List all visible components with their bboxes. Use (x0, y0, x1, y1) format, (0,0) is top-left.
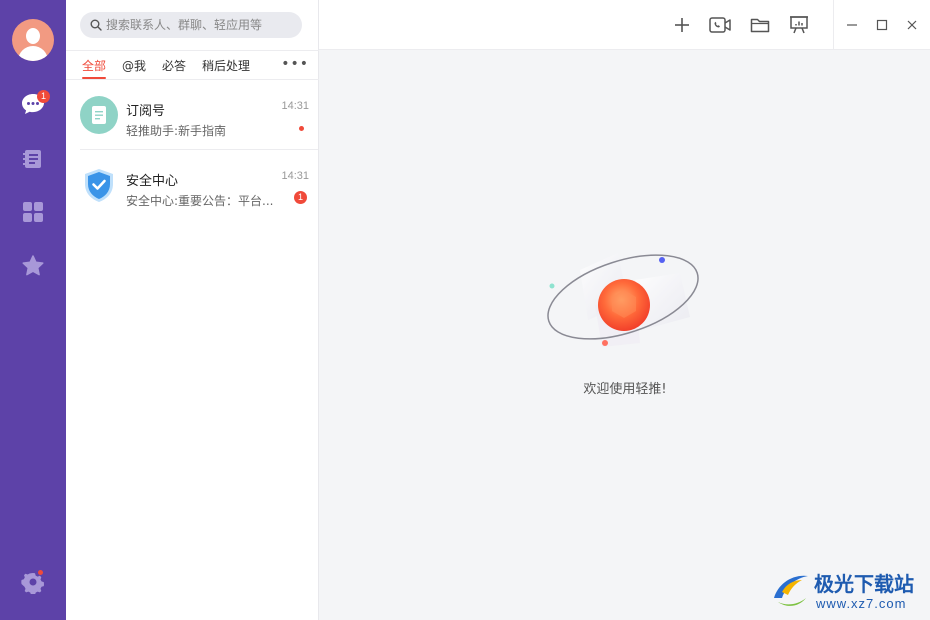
watermark-url: www.xz7.com (816, 596, 907, 611)
conversation-time: 14:31 (281, 170, 309, 182)
presentation-button[interactable] (787, 13, 811, 37)
presentation-icon (790, 16, 808, 34)
left-rail: 1 (0, 0, 66, 620)
more-options-icon[interactable]: ••• (281, 57, 309, 71)
maximize-button[interactable] (873, 16, 891, 34)
unread-badge: 1 (37, 90, 50, 103)
star-icon (22, 255, 44, 276)
grid-apps-icon (23, 202, 43, 222)
video-call-button[interactable] (708, 13, 732, 37)
conversation-item[interactable]: 安全中心 安全中心:重要公告：平台... 14:31 1 (66, 150, 318, 220)
plus-icon (675, 18, 689, 32)
conversation-time: 14:31 (281, 100, 309, 112)
toolbar-divider (833, 0, 834, 50)
welcome-illustration (540, 245, 705, 355)
search-icon (90, 19, 102, 31)
video-call-icon (709, 17, 731, 33)
unread-dot (299, 126, 304, 131)
tab-all[interactable]: 全部 (82, 57, 106, 74)
filter-tabs: 全部 @我 必答 稍后处理 ••• (66, 50, 319, 80)
tab-must-answer[interactable]: 必答 (162, 57, 186, 74)
minimize-button[interactable] (843, 16, 861, 34)
maximize-icon (876, 19, 888, 31)
contacts-nav[interactable] (19, 145, 47, 173)
settings-nav[interactable] (19, 568, 47, 596)
add-button[interactable] (670, 13, 694, 37)
shield-icon (80, 166, 118, 204)
tab-later[interactable]: 稍后处理 (202, 57, 250, 74)
conversation-name: 订阅号 (126, 104, 166, 119)
files-button[interactable] (748, 13, 772, 37)
document-icon (80, 96, 118, 134)
conversation-preview: 安全中心:重要公告：平台... (126, 194, 274, 208)
watermark: 极光下载站 www.xz7.com (768, 566, 928, 616)
watermark-logo-icon (774, 575, 808, 606)
close-button[interactable] (903, 16, 921, 34)
minimize-icon (847, 24, 857, 26)
search-box[interactable] (80, 12, 302, 38)
user-avatar[interactable] (12, 19, 54, 61)
favorites-nav[interactable] (19, 252, 47, 280)
conversation-panel: 全部 @我 必答 稍后处理 ••• 订阅号 轻推助手:新手指南 14:31 安 (66, 0, 319, 620)
apps-nav[interactable] (19, 198, 47, 226)
tab-mentions[interactable]: @我 (122, 57, 146, 74)
welcome-text: 欢迎使用轻推! (583, 382, 667, 397)
folder-icon (750, 18, 770, 33)
active-tab-indicator (82, 77, 106, 79)
close-icon (907, 20, 917, 30)
top-toolbar (319, 0, 930, 50)
conversation-name: 安全中心 (126, 174, 179, 189)
unread-badge: 1 (294, 191, 307, 204)
settings-notice-dot (38, 570, 43, 575)
search-input[interactable] (106, 18, 296, 32)
watermark-text: 极光下载站 (814, 572, 914, 596)
address-book-icon (23, 150, 41, 168)
conversation-preview: 轻推助手:新手指南 (126, 124, 227, 138)
conversation-item[interactable]: 订阅号 轻推助手:新手指南 14:31 (66, 80, 318, 150)
messages-nav[interactable]: 1 (19, 90, 50, 118)
